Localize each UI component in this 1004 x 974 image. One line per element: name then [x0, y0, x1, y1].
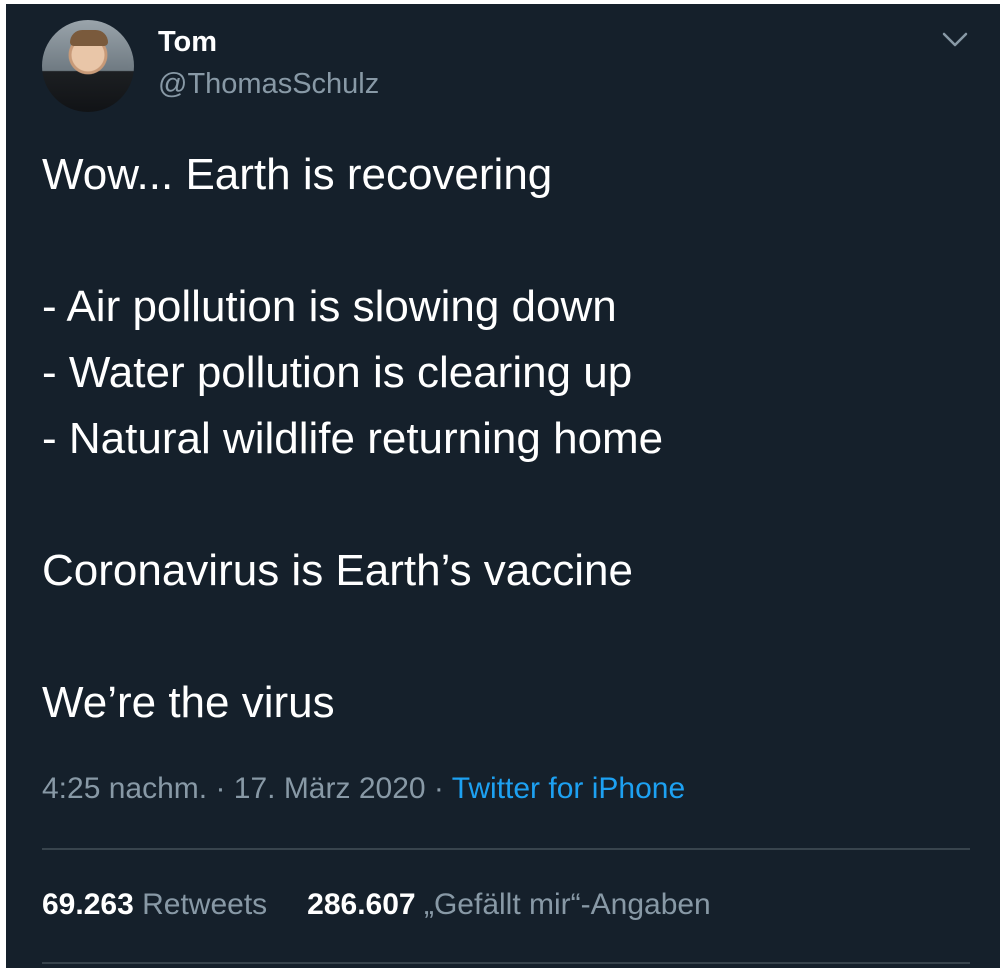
tweet-line	[42, 604, 972, 670]
tweet-source-link[interactable]: Twitter for iPhone	[452, 772, 685, 805]
tweet-line: Wow... Earth is recovering	[42, 150, 553, 199]
tweet-line: Coronavirus is Earth’s vaccine	[42, 546, 633, 595]
tweet-stats: 69.263 Retweets 286.607 „Gefällt mir“-Ang…	[42, 888, 711, 922]
retweets-stat[interactable]: 69.263 Retweets	[42, 888, 267, 921]
meta-separator: ·	[207, 772, 234, 805]
avatar-hair	[70, 30, 108, 46]
tweet-line: - Natural wildlife returning home	[42, 414, 664, 463]
chevron-down-icon[interactable]	[940, 28, 970, 52]
tweet-line: We’re the virus	[42, 678, 335, 727]
tweet-card: Tom @ThomasSchulz Wow... Earth is recove…	[6, 4, 1000, 968]
author-name[interactable]: Tom	[158, 26, 217, 59]
tweet-time[interactable]: 4:25 nachm.	[42, 772, 207, 805]
tweet-line	[42, 472, 972, 538]
divider	[42, 962, 970, 964]
tweet-text: Wow... Earth is recovering - Air polluti…	[42, 142, 972, 736]
tweet-date[interactable]: 17. März 2020	[234, 772, 426, 805]
divider	[42, 848, 970, 850]
likes-count: 286.607	[307, 888, 416, 921]
meta-separator: ·	[425, 772, 452, 805]
retweets-label: Retweets	[142, 888, 268, 921]
retweets-count: 69.263	[42, 888, 134, 921]
likes-label: „Gefällt mir“-Angaben	[423, 888, 711, 921]
avatar[interactable]	[42, 20, 134, 112]
author-handle[interactable]: @ThomasSchulz	[158, 68, 379, 101]
tweet-line	[42, 208, 972, 274]
tweet-line: - Water pollution is clearing up	[42, 348, 633, 397]
tweet-meta: 4:25 nachm. · 17. März 2020 · Twitter fo…	[42, 772, 685, 806]
tweet-line: - Air pollution is slowing down	[42, 282, 617, 331]
likes-stat[interactable]: 286.607 „Gefällt mir“-Angaben	[307, 888, 711, 921]
